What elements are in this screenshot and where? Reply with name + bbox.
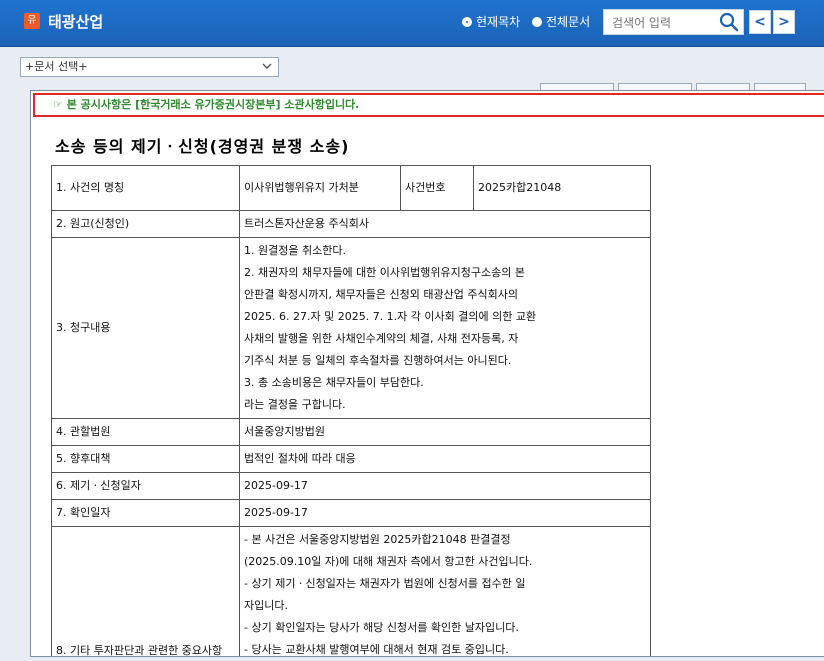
row-value: 2025-09-17 [239, 499, 651, 527]
text-line: 기주식 처분 등 일체의 후속절차를 진행하여서는 아니된다. [244, 354, 512, 367]
page-title: 소송 등의 제기ㆍ신청(경영권 분쟁 소송) [55, 137, 350, 156]
row-label: 4. 관할법원 [51, 418, 240, 446]
search-input[interactable] [610, 11, 714, 35]
text-line: 안판결 확정시까지, 채무자들은 신청외 태광산업 주식회사의 [244, 288, 518, 301]
radio-all-docs-label: 전체문서 [546, 15, 591, 29]
row-label: 6. 제기ㆍ신청일자 [51, 472, 240, 500]
text-line: 3. 총 소송비용은 채무자들이 부담한다. [244, 376, 424, 389]
row-value: 트러스톤자산운용 주식회사 [239, 210, 651, 238]
row-label: 3. 청구내용 [51, 237, 240, 419]
row-sub-value: 2025카합21048 [473, 165, 651, 211]
next-button[interactable]: > [773, 10, 795, 34]
text-line: 라는 결정을 구합니다. [244, 398, 346, 411]
row-label: 2. 원고(신청인) [51, 210, 240, 238]
search-icon[interactable] [719, 12, 739, 32]
row-value: 서울중앙지방법원 [239, 418, 651, 446]
table-row: 2. 원고(신청인) 트러스톤자산운용 주식회사 [51, 210, 651, 238]
row-value: 이사위법행위유지 가처분 [239, 165, 401, 211]
text-line: 사채의 발행을 위한 사채인수계약의 체결, 사채 전자등록, 자 [244, 332, 519, 345]
table-row: 8. 기타 투자판단과 관련한 중요사항 - 본 사건은 서울중앙지방법원 20… [51, 526, 651, 656]
radio-current-toc-label: 현재목차 [476, 15, 521, 29]
table-row: 3. 청구내용 1. 원결정을 취소한다. 2. 채권자의 채무자들에 대한 이… [51, 237, 651, 419]
notice-banner: ☞ 본 공시사항은 [한국거래소 유가증권시장본부] 소관사항입니다. [33, 93, 824, 117]
app-title: 태광산업 [48, 13, 104, 31]
row-label: 7. 확인일자 [51, 499, 240, 527]
document-select[interactable]: +문서 선택+ [20, 57, 279, 77]
row-sub-label: 사건번호 [400, 165, 474, 211]
company-logo-icon: 유 [24, 13, 40, 29]
table-row: 4. 관할법원 서울중앙지방법원 [51, 418, 651, 446]
row-label: 8. 기타 투자판단과 관련한 중요사항 [51, 526, 240, 656]
prev-button[interactable]: < [749, 10, 771, 34]
text-line: - 상기 확인일자는 당사가 해당 신청서를 확인한 날자입니다. [244, 621, 519, 634]
table-row: 6. 제기ㆍ신청일자 2025-09-17 [51, 472, 651, 500]
chevron-down-icon [262, 63, 272, 69]
text-line: (2025.09.10일 자)에 대해 채권자 측에서 항고한 사건입니다. [244, 555, 533, 568]
row-value: 1. 원결정을 취소한다. 2. 채권자의 채무자들에 대한 이사위법행위유지청… [239, 237, 651, 419]
row-label: 5. 향후대책 [51, 445, 240, 473]
top-bar: 유 태광산업 현재목차 전체문서 < > [0, 0, 824, 47]
document-panel: ☞ 본 공시사항은 [한국거래소 유가증권시장본부] 소관사항입니다. 소송 등… [30, 90, 824, 657]
row-value: 법적인 절차에 따라 대응 [239, 445, 651, 473]
radio-selected-icon [462, 16, 472, 27]
radio-unselected-icon [532, 16, 542, 27]
text-line: 2. 채권자의 채무자들에 대한 이사위법행위유지청구소송의 본 [244, 266, 525, 279]
text-line: - 상기 제기ㆍ신청일자는 채권자가 법원에 신청서를 접수한 일 [244, 577, 526, 590]
text-line: 1. 원결정을 취소한다. [244, 244, 346, 257]
text-line: - 당사는 교환사채 발행여부에 대해서 현재 검토 중입니다. [244, 643, 509, 656]
search-box [603, 9, 744, 35]
table-row: 7. 확인일자 2025-09-17 [51, 499, 651, 527]
disclosure-table: 1. 사건의 명칭 이사위법행위유지 가처분 사건번호 2025카합21048 … [51, 165, 651, 656]
table-row: 1. 사건의 명칭 이사위법행위유지 가처분 사건번호 2025카합21048 [51, 165, 651, 211]
row-value: 2025-09-17 [239, 472, 651, 500]
radio-current-toc[interactable]: 현재목차 [462, 13, 520, 30]
row-label: 1. 사건의 명칭 [51, 165, 240, 211]
text-line: 자입니다. [244, 599, 288, 612]
text-line: 2025. 6. 27.자 및 2025. 7. 1.자 각 이사회 결의에 의… [244, 310, 537, 323]
text-line: - 본 사건은 서울중앙지방법원 2025카합21048 판결결정 [244, 533, 511, 546]
table-row: 5. 향후대책 법적인 절차에 따라 대응 [51, 445, 651, 473]
radio-all-docs[interactable]: 전체문서 [532, 13, 590, 30]
document-select-value: +문서 선택+ [25, 60, 88, 73]
row-value: - 본 사건은 서울중앙지방법원 2025카합21048 판결결정 (2025.… [239, 526, 651, 656]
